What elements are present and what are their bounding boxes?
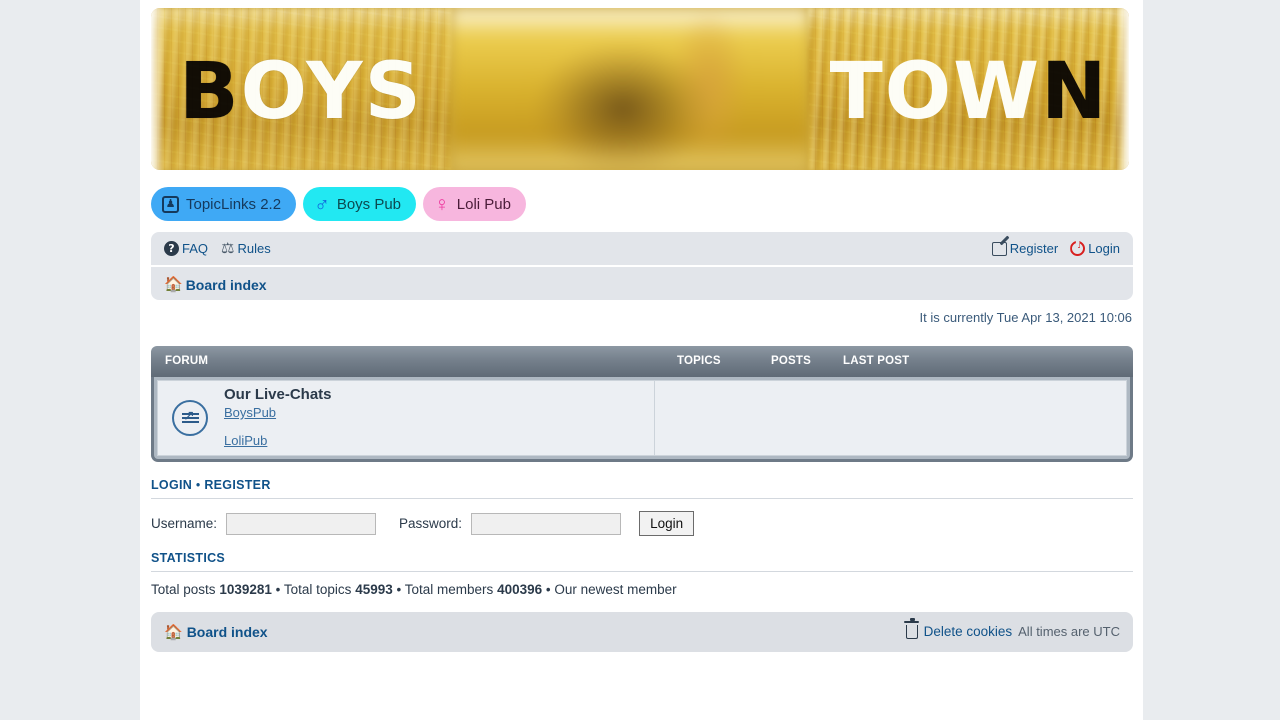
home-icon: 🏠	[164, 623, 183, 641]
tab-boys-pub[interactable]: ♂ Boys Pub	[303, 187, 417, 221]
total-members-label: Total members	[404, 582, 494, 597]
statistics-line: Total posts 1039281 • Total topics 45993…	[151, 582, 1133, 597]
total-topics-value: 45993	[355, 582, 393, 597]
navigation-links-right: Register Login	[991, 241, 1120, 256]
stats-separator-1: •	[275, 582, 281, 597]
statistics-section: STATISTICS Total posts 1039281 • Total t…	[151, 551, 1133, 597]
login-section-title: LOGIN • REGISTER	[151, 478, 1133, 499]
tab-loli-pub[interactable]: ♀ Loli Pub	[423, 187, 526, 221]
tab-boys-pub-label: Boys Pub	[336, 195, 402, 213]
forum-list-table: FORUM TOPICS POSTS LAST POST ↗ Our Live-…	[151, 346, 1133, 462]
nav-link-faq-label: FAQ	[182, 241, 209, 256]
stats-separator-3: •	[545, 582, 551, 597]
banner-edge-fade-left	[151, 8, 165, 170]
tab-loli-pub-label: Loli Pub	[456, 195, 511, 213]
tab-topiclinks-label: TopicLinks 2.2	[186, 195, 282, 213]
nav-link-login-label: Login	[1088, 241, 1120, 256]
breadcrumb: 🏠 Board index	[151, 269, 1133, 300]
column-header-topics: TOPICS	[677, 355, 721, 367]
column-header-posts: POSTS	[771, 355, 811, 367]
forum-row-posts-cell	[749, 381, 821, 455]
total-members-value: 400396	[497, 582, 543, 597]
forum-table-header: FORUM TOPICS POSTS LAST POST	[151, 346, 1133, 377]
breadcrumb-board-index-label: Board index	[185, 276, 267, 293]
table-row[interactable]: ↗ Our Live-Chats BoysPub LoliPub	[157, 380, 1127, 456]
breadcrumb-board-index[interactable]: 🏠 Board index	[164, 277, 267, 293]
forum-sublink-boyspub[interactable]: BoysPub	[224, 405, 276, 420]
quick-link-tabs: ♟ TopicLinks 2.2 ♂ Boys Pub ♀ Loli Pub	[151, 187, 526, 221]
banner-panel-left: BOYS	[151, 8, 451, 170]
forum-row-text: Our Live-Chats BoysPub LoliPub	[224, 386, 332, 450]
password-label: Password:	[399, 516, 463, 531]
navigation-row-primary: ? FAQ ⚖ Rules Register Login	[151, 232, 1133, 267]
portrait-card-icon: ♟	[162, 195, 179, 213]
username-label: Username:	[151, 516, 218, 531]
trash-can-icon	[903, 617, 919, 639]
tab-topiclinks[interactable]: ♟ TopicLinks 2.2	[151, 187, 297, 221]
external-link-forum-icon: ↗	[172, 400, 208, 436]
password-input[interactable]	[471, 512, 622, 535]
nav-link-login[interactable]: Login	[1070, 241, 1120, 256]
banner-edge-fade-right	[1115, 8, 1129, 170]
forum-title: Our Live-Chats	[224, 386, 332, 403]
blurred-photo-texture	[451, 8, 809, 170]
footer-board-index-label: Board index	[186, 624, 268, 640]
power-button-icon	[1070, 241, 1086, 256]
footer-breadcrumb[interactable]: 🏠 Board index	[164, 624, 268, 640]
delete-cookies-link[interactable]: Delete cookies	[924, 624, 1013, 639]
login-form: Username: Password: Login	[151, 511, 1133, 536]
statistics-title: STATISTICS	[151, 551, 1133, 572]
total-posts-value: 1039281	[219, 582, 272, 597]
breadcrumb-items: 🏠 Board index	[164, 277, 267, 293]
newest-member-label: Our newest member	[554, 582, 677, 597]
scales-of-justice-icon: ⚖	[221, 240, 235, 257]
nav-link-faq[interactable]: ? FAQ	[164, 241, 208, 256]
forum-sublink-lolipub[interactable]: LoliPub	[224, 433, 267, 448]
login-section-title-login[interactable]: LOGIN	[151, 478, 192, 492]
login-title-separator: •	[195, 478, 201, 492]
page-wrapper: BOYS TOWN ♟ TopicLinks 2.2 ♂ Boys Pub ♀ …	[140, 0, 1143, 720]
nav-link-rules-label: Rules	[237, 241, 271, 256]
total-topics-label: Total topics	[283, 582, 352, 597]
forum-row-main-cell: ↗ Our Live-Chats BoysPub LoliPub	[158, 381, 655, 455]
forum-table-body: ↗ Our Live-Chats BoysPub LoliPub	[151, 377, 1133, 462]
banner-word-boys: BOYS	[179, 47, 423, 138]
username-input[interactable]	[226, 512, 377, 535]
nav-link-register-label: Register	[1009, 241, 1059, 256]
timezone-label: All times are UTC	[1018, 624, 1120, 639]
forum-row-last-post-cell	[821, 381, 1126, 455]
login-section: LOGIN • REGISTER Username: Password: Log…	[151, 478, 1133, 536]
site-banner: BOYS TOWN	[151, 8, 1129, 170]
login-submit-button[interactable]: Login	[639, 511, 695, 536]
column-header-last-post: LAST POST	[843, 355, 910, 367]
venus-symbol-icon: ♀	[434, 192, 450, 216]
banner-panel-right: TOWN	[809, 8, 1129, 170]
navigation-panel: ? FAQ ⚖ Rules Register Login 🏠 Board ind…	[151, 232, 1133, 300]
footer-right-group: Delete cookies All times are UTC	[903, 617, 1120, 639]
footer-bar: 🏠 Board index Delete cookies All times a…	[151, 612, 1133, 652]
question-mark-icon: ?	[164, 241, 179, 256]
banner-panel-middle	[451, 8, 809, 170]
home-icon: 🏠	[164, 276, 183, 293]
current-time-text: It is currently Tue Apr 13, 2021 10:06	[919, 310, 1132, 325]
stats-separator-2: •	[396, 582, 402, 597]
forum-row-topics-cell	[655, 381, 749, 455]
navigation-links-left: ? FAQ ⚖ Rules	[164, 241, 271, 256]
mars-symbol-icon: ♂	[314, 192, 330, 216]
pencil-edit-icon	[991, 241, 1007, 256]
login-section-title-register[interactable]: REGISTER	[204, 478, 270, 492]
nav-link-register[interactable]: Register	[991, 241, 1059, 256]
column-header-forum: FORUM	[165, 355, 209, 367]
total-posts-label: Total posts	[151, 582, 216, 597]
banner-word-town: TOWN	[829, 47, 1109, 138]
nav-link-rules[interactable]: ⚖ Rules	[221, 241, 271, 256]
